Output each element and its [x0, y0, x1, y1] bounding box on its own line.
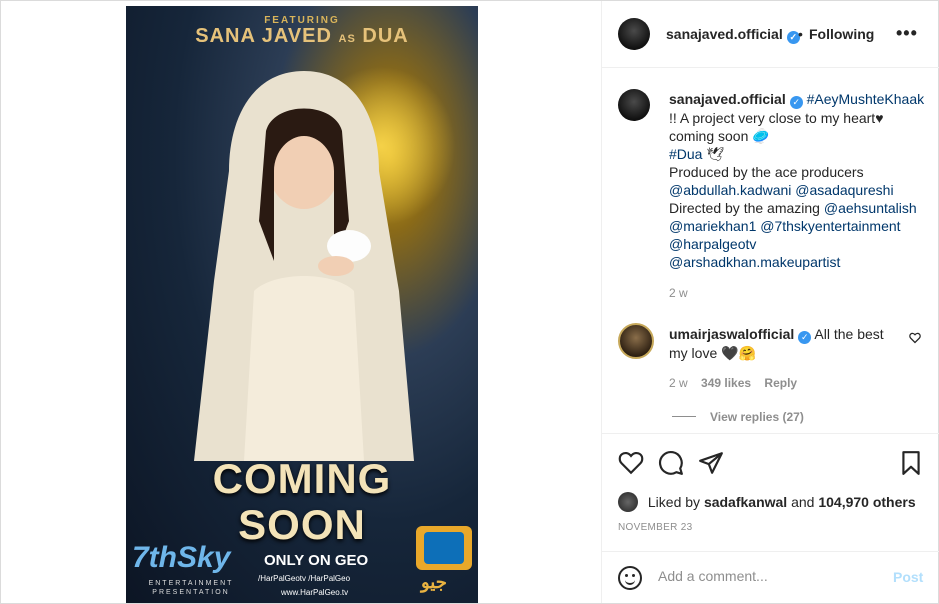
- author-avatar[interactable]: [618, 18, 650, 50]
- caption-line-2: !! A project very close to my heart♥: [669, 110, 884, 126]
- caption-line-4: #Dua 🕊: [669, 145, 931, 163]
- verified-icon: ✓: [798, 331, 812, 344]
- liker-avatar[interactable]: [618, 492, 638, 512]
- share-icon[interactable]: [698, 450, 724, 476]
- poster-url: www.HarPalGeo.tv: [281, 588, 349, 597]
- post-button[interactable]: Post: [893, 569, 923, 585]
- liked-by-prefix: Liked by: [647, 494, 701, 510]
- caption: sanajaved.official ✓ #AeyMushteKhaak !! A…: [669, 90, 931, 271]
- liker-username[interactable]: sadafkanwal: [704, 494, 787, 510]
- caption-directed: Directed by the amazing: [669, 200, 824, 216]
- view-replies-button[interactable]: View replies (27): [672, 410, 804, 424]
- bookmark-icon[interactable]: [898, 450, 924, 476]
- caption-mentions-4[interactable]: @arshadkhan.makeupartist: [669, 253, 931, 271]
- verified-icon: ✓: [789, 96, 803, 109]
- post-date[interactable]: NOVEMBER 23: [618, 522, 692, 533]
- author-username-line: sanajaved.official ✓: [666, 26, 800, 44]
- caption-hashtag-dua[interactable]: #Dua: [669, 146, 702, 162]
- post-header: sanajaved.official ✓ • Following •••: [602, 1, 939, 68]
- emoji-icon[interactable]: [618, 566, 642, 590]
- caption-line-5: Produced by the ace producers: [669, 164, 864, 180]
- likes-count[interactable]: 104,970 others: [818, 494, 915, 510]
- author-username[interactable]: sanajaved.official: [666, 26, 783, 42]
- geo-logo: [416, 526, 472, 570]
- reply-button[interactable]: Reply: [764, 376, 797, 390]
- comment-time[interactable]: 2 w: [669, 376, 688, 390]
- caption-mention-director[interactable]: @aehsuntalish: [824, 200, 917, 216]
- comment-icon[interactable]: [658, 450, 684, 476]
- comment-text-2: my love 🖤🤗: [669, 345, 756, 361]
- caption-mentions-2[interactable]: @mariekhan1 @7thskyentertainment: [669, 217, 931, 235]
- caption-line-7: Directed by the amazing @aehsuntalish: [669, 199, 931, 217]
- dove-emoji: 🕊: [706, 146, 725, 162]
- commenter-username[interactable]: umairjaswalofficial: [669, 326, 794, 342]
- comment-likes[interactable]: 349 likes: [701, 376, 751, 390]
- action-bar: [602, 446, 939, 478]
- caption-line-1: sanajaved.official ✓ #AeyMushteKhaak: [669, 90, 931, 109]
- post-image[interactable]: FEATURING SANA JAVED AS DUA COMING SOON …: [126, 6, 478, 603]
- poster-figure: [194, 71, 414, 461]
- heart-icon[interactable]: [618, 450, 644, 476]
- comment-text: All the best: [814, 326, 884, 342]
- separator-dot: •: [798, 26, 803, 42]
- caption-hashtag[interactable]: #AeyMushteKhaak: [807, 91, 925, 107]
- comment-input[interactable]: [658, 568, 878, 584]
- following-button[interactable]: Following: [809, 26, 874, 42]
- caption-username[interactable]: sanajaved.official: [669, 91, 786, 107]
- commenter-avatar[interactable]: [618, 323, 654, 359]
- liked-and: and: [791, 494, 815, 510]
- poster-as: AS: [338, 33, 356, 45]
- likes-summary: Liked by sadafkanwal and 104,970 others: [618, 492, 916, 512]
- post-media: FEATURING SANA JAVED AS DUA COMING SOON …: [1, 1, 601, 603]
- poster-star: SANA JAVED: [195, 25, 332, 47]
- caption-avatar[interactable]: [618, 89, 650, 121]
- view-replies-label: View replies (27): [710, 410, 804, 424]
- replies-divider: [672, 416, 696, 417]
- poster-only-on-geo: ONLY ON GEO: [264, 552, 369, 569]
- more-icon[interactable]: •••: [896, 23, 918, 44]
- post-sidebar: sanajaved.official ✓ • Following ••• sana…: [601, 1, 939, 603]
- comment-meta: 2 w 349 likes Reply: [669, 376, 807, 390]
- comment-like-icon[interactable]: [909, 332, 921, 347]
- caption-line-3: coming soon 🥏: [669, 128, 770, 144]
- caption-mentions-1[interactable]: @abdullah.kadwani @asadaqureshi: [669, 181, 931, 199]
- poster-social: /HarPalGeotv /HarPalGeo: [258, 574, 351, 583]
- comments-section[interactable]: sanajaved.official ✓ #AeyMushteKhaak !! A…: [602, 69, 939, 434]
- poster-brand-logo: 7thSky: [132, 541, 231, 574]
- post-modal: FEATURING SANA JAVED AS DUA COMING SOON …: [0, 0, 939, 604]
- poster-role: DUA: [362, 25, 409, 47]
- poster-brand-sub: ENTERTAINMENT PRESENTATION: [148, 580, 234, 596]
- comment: umairjaswalofficial ✓ All the best my lov…: [669, 325, 899, 363]
- poster-coming: COMING: [212, 455, 392, 502]
- poster-star-line: SANA JAVED AS DUA: [126, 25, 478, 48]
- add-comment-bar: Post: [602, 551, 939, 603]
- caption-mentions-3[interactable]: @harpalgeotv: [669, 235, 931, 253]
- caption-time[interactable]: 2 w: [669, 286, 688, 300]
- geo-urdu-text: جیو: [421, 572, 447, 592]
